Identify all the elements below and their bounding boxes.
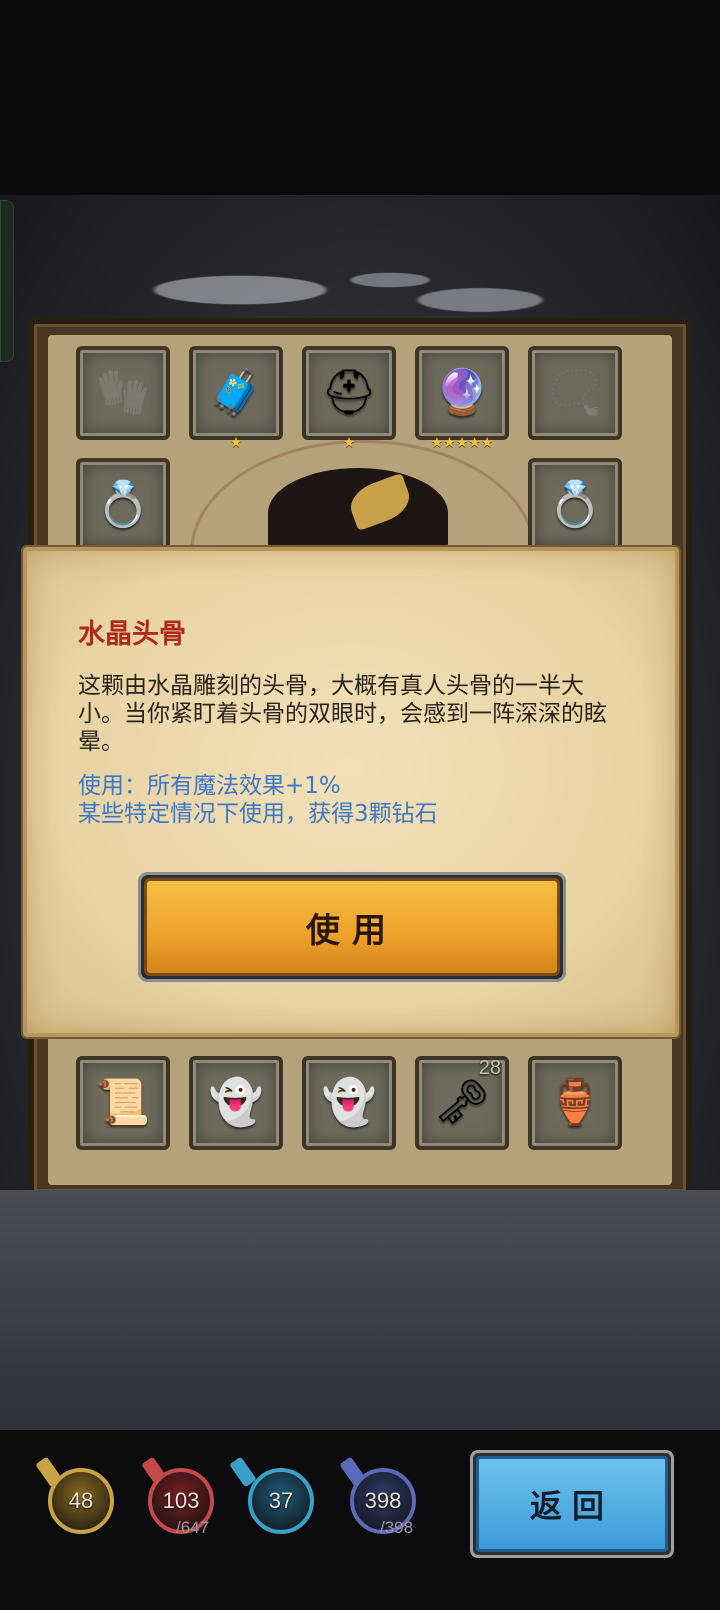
inventory-slot-9[interactable]: 👻 — [189, 1056, 283, 1150]
gold-value: 48 — [68, 1488, 94, 1513]
snow-ground — [0, 1190, 720, 1430]
inventory-slot-7[interactable]: 💍 ★★ — [528, 458, 622, 562]
inventory-slot-12[interactable]: 🏺 — [528, 1056, 622, 1150]
item-effect: 使用：所有魔法效果+1% 某些特定情况下使用，获得3颗钻石 — [78, 772, 638, 828]
item-stars: ★★★★★ — [430, 435, 494, 451]
inventory-slot-4[interactable]: 🔮 ★★★★★ — [415, 346, 509, 450]
hp-value: 103 — [162, 1488, 200, 1513]
effect-line-2: 某些特定情况下使用，获得3颗钻石 — [78, 801, 438, 827]
mana-stat[interactable]: 37 — [248, 1468, 314, 1534]
snow-decoration — [60, 220, 660, 320]
dark-lantern-icon: 🔮 — [434, 367, 490, 418]
inventory-slot-11[interactable]: 🗝 28 — [415, 1056, 509, 1150]
item-stars: ★ — [229, 435, 243, 451]
item-stars: ★ — [342, 435, 356, 451]
hp-max: /647 — [176, 1518, 210, 1537]
use-button-label: 使用 — [144, 878, 560, 976]
inventory-slot-8[interactable]: 📜 — [76, 1056, 170, 1150]
inventory-slot-2[interactable]: 🧳 ★ — [189, 346, 283, 450]
item-count: 28 — [478, 1057, 501, 1079]
ghost-icon: 👻 — [208, 1077, 264, 1128]
helmet-icon: ⛑ — [321, 367, 377, 418]
ghost-icon: 👻 — [321, 1077, 377, 1128]
armor-chest-icon: 🧳 — [208, 367, 264, 418]
bracelet-icon: 💍 — [95, 479, 151, 530]
potion-icon: 🏺 — [547, 1077, 603, 1128]
scroll-icon: 📜 — [95, 1077, 151, 1128]
back-button[interactable]: 返回 — [470, 1450, 674, 1558]
energy-max: /398 — [380, 1518, 414, 1537]
energy-value: 398 — [364, 1488, 402, 1513]
effect-line-1: 使用：所有魔法效果+1% — [78, 773, 341, 799]
inventory-slot-5[interactable]: 📿 — [528, 346, 622, 440]
necklace-icon: 📿 — [547, 367, 603, 418]
inventory-slot-10[interactable]: 👻 — [302, 1056, 396, 1150]
side-tab[interactable] — [0, 200, 14, 362]
ring-icon: 💍 — [547, 479, 603, 530]
use-button[interactable]: 使用 — [138, 872, 566, 982]
mana-value: 37 — [268, 1488, 294, 1513]
inventory-slot-6[interactable]: 💍 ★ — [76, 458, 170, 562]
glove-icon: 🧤 — [95, 367, 151, 418]
inventory-slot-1[interactable]: 🧤 — [76, 346, 170, 440]
item-description: 这颗由水晶雕刻的头骨，大概有真人头骨的一半大小。当你紧盯着头骨的双眼时，会感到一… — [78, 673, 607, 755]
back-button-label: 返回 — [476, 1456, 668, 1552]
top-blank-area — [0, 0, 720, 200]
item-name: 水晶头骨 — [78, 619, 186, 650]
inventory-slot-3[interactable]: ⛑ ★ — [302, 346, 396, 450]
gold-stat[interactable]: 48 — [48, 1468, 114, 1534]
key-card-icon: 🗝 — [434, 1077, 490, 1128]
